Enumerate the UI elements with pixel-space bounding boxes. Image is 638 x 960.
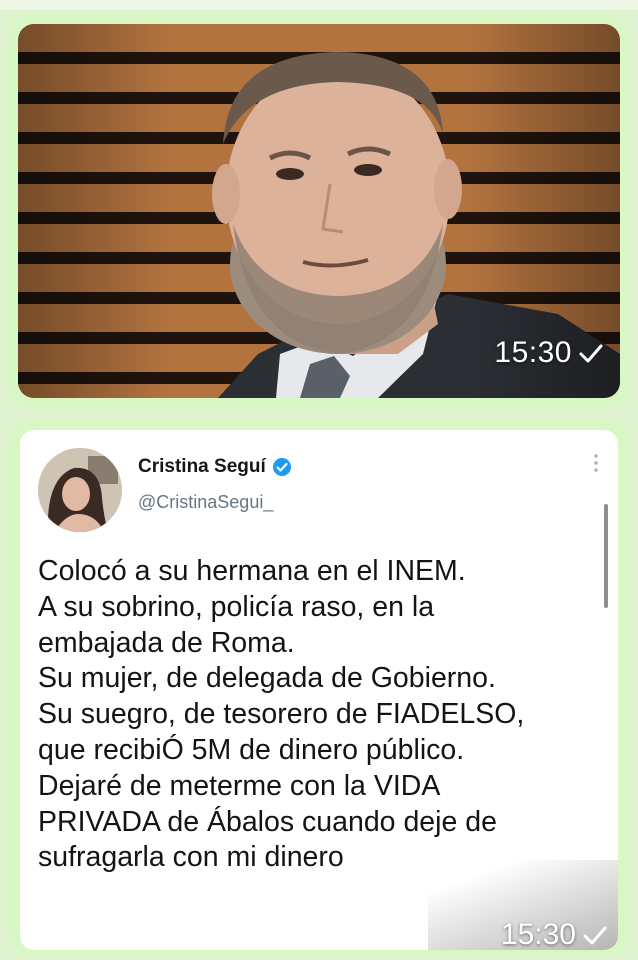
photo-message-timestamp: 15:30 xyxy=(494,336,604,370)
tweet-line: A su sobrino, policía raso, en la xyxy=(38,590,435,623)
scrollbar-thumb[interactable] xyxy=(604,504,608,608)
tweet-line: PRIVADA de Ábalos cuando deje de xyxy=(38,805,497,838)
more-vertical-icon[interactable] xyxy=(592,452,600,474)
author-name[interactable]: Cristina Seguí xyxy=(138,456,266,478)
avatar-image xyxy=(38,448,122,532)
tweet-line: Colocó a su hermana en el INEM. xyxy=(38,555,466,587)
author-name-row[interactable]: Cristina Seguí xyxy=(138,456,292,478)
single-check-icon xyxy=(583,926,607,945)
timestamp-text: 15:30 xyxy=(494,336,572,369)
verified-badge-icon xyxy=(272,458,291,476)
tweet-message-timestamp: 15:30 xyxy=(501,918,608,952)
tweet-line: Dejaré de meterme con la VIDA xyxy=(38,769,441,802)
author-handle[interactable]: @CristinaSegui_ xyxy=(138,492,273,513)
top-edge xyxy=(0,0,638,10)
tweet-line: embajada de Roma. xyxy=(38,626,295,659)
tweet-screenshot[interactable]: Cristina Seguí @CristinaSegui_ Colocó a … xyxy=(20,430,618,950)
tweet-line: Su suegro, de tesorero de FIADELSO, xyxy=(38,698,525,731)
single-check-icon xyxy=(579,344,603,363)
tweet-line: Su mujer, de delegada de Gobierno. xyxy=(38,662,496,695)
tweet-body: Colocó a su hermana en el INEM. A su sob… xyxy=(38,554,598,876)
tweet-line: que recibiÓ 5M de dinero público. xyxy=(38,733,465,766)
tweet-message-bubble[interactable]: Cristina Seguí @CristinaSegui_ Colocó a … xyxy=(8,420,630,956)
timestamp-text: 15:30 xyxy=(500,918,576,951)
author-avatar[interactable] xyxy=(38,448,122,532)
